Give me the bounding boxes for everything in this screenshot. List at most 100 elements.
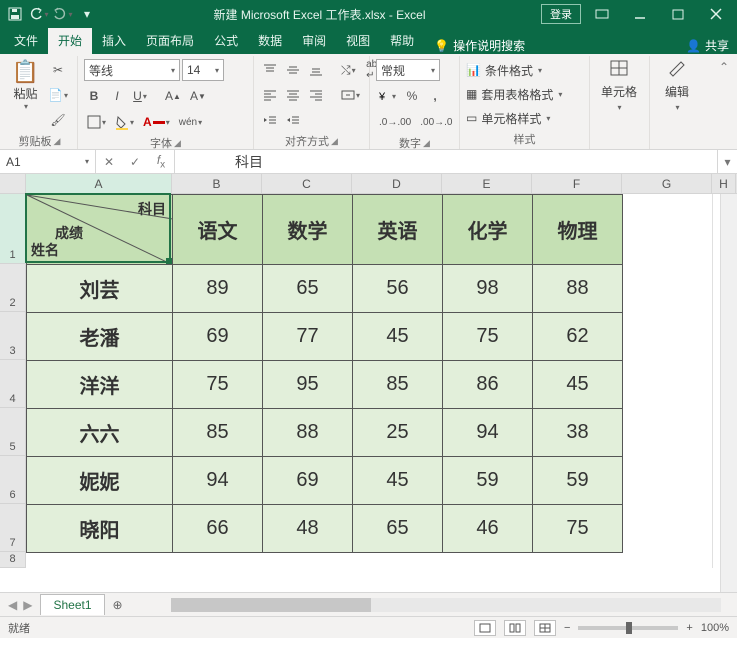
underline-button[interactable]: U▾ <box>130 85 150 107</box>
zoom-out-button[interactable]: − <box>564 622 570 634</box>
cell-A7[interactable]: 晓阳 <box>27 505 173 553</box>
tab-view[interactable]: 视图 <box>336 28 380 54</box>
conditional-format-button[interactable]: 📊条件格式▾ <box>466 59 562 81</box>
align-left-button[interactable] <box>260 84 280 106</box>
tab-review[interactable]: 审阅 <box>292 28 336 54</box>
cell-D2[interactable]: 56 <box>353 265 443 313</box>
fill-color-button[interactable]: ▾ <box>112 111 137 133</box>
share-button[interactable]: 👤共享 <box>686 37 729 54</box>
font-color-button[interactable]: A▾ <box>140 111 173 133</box>
maximize-icon[interactable] <box>661 1 695 27</box>
cell-E3[interactable]: 75 <box>443 313 533 361</box>
tab-home[interactable]: 开始 <box>48 28 92 54</box>
align-center-button[interactable] <box>283 84 303 106</box>
qat-customize-icon[interactable]: ▾ <box>76 3 98 25</box>
cell-E6[interactable]: 59 <box>443 457 533 505</box>
tab-scroll-right-icon[interactable]: ▶ <box>23 598 32 612</box>
col-header-H[interactable]: H <box>712 174 736 193</box>
tell-me[interactable]: 💡操作说明搜索 <box>434 37 525 54</box>
cell-D6[interactable]: 45 <box>353 457 443 505</box>
cell-A6[interactable]: 妮妮 <box>27 457 173 505</box>
horizontal-scrollbar[interactable] <box>171 598 721 612</box>
col-header-D[interactable]: D <box>352 174 442 193</box>
tab-scroll-left-icon[interactable]: ◀ <box>8 598 17 612</box>
enter-formula-icon[interactable]: ✓ <box>122 155 148 169</box>
cell-F6[interactable]: 59 <box>533 457 623 505</box>
cell-E1[interactable]: 化学 <box>443 195 533 265</box>
decrease-indent-button[interactable] <box>260 109 280 131</box>
cell-F4[interactable]: 45 <box>533 361 623 409</box>
tab-file[interactable]: 文件 <box>4 28 48 54</box>
border-button[interactable]: ▾ <box>84 111 109 133</box>
name-box[interactable]: A1▾ <box>0 150 96 173</box>
cell-A2[interactable]: 刘芸 <box>27 265 173 313</box>
row-header-6[interactable]: 6 <box>0 456 26 504</box>
align-right-button[interactable] <box>306 84 326 106</box>
formula-bar[interactable]: 科目 <box>175 150 717 173</box>
normal-view-icon[interactable] <box>474 620 496 636</box>
login-button[interactable]: 登录 <box>541 4 581 24</box>
cell-E4[interactable]: 86 <box>443 361 533 409</box>
cell-F1[interactable]: 物理 <box>533 195 623 265</box>
cell-C6[interactable]: 69 <box>263 457 353 505</box>
merge-button[interactable]: ▾ <box>338 84 363 106</box>
align-middle-button[interactable] <box>283 59 303 81</box>
row-header-8[interactable]: 8 <box>0 552 26 568</box>
undo-icon[interactable]: ▾ <box>28 3 50 25</box>
save-icon[interactable] <box>4 3 26 25</box>
cell-E5[interactable]: 94 <box>443 409 533 457</box>
cell-D5[interactable]: 25 <box>353 409 443 457</box>
row-header-2[interactable]: 2 <box>0 264 26 312</box>
cell-B2[interactable]: 89 <box>173 265 263 313</box>
row-header-5[interactable]: 5 <box>0 408 26 456</box>
zoom-level[interactable]: 100% <box>701 622 729 634</box>
collapse-ribbon-icon[interactable]: ⌃ <box>713 56 735 149</box>
align-bottom-button[interactable] <box>306 59 326 81</box>
new-sheet-button[interactable]: ⊕ <box>105 598 131 612</box>
copy-icon[interactable]: 📄▾ <box>45 84 71 106</box>
col-header-C[interactable]: C <box>262 174 352 193</box>
format-painter-icon[interactable]: 🖌 <box>45 109 71 131</box>
close-icon[interactable] <box>699 1 733 27</box>
orientation-button[interactable]: ⤭▾ <box>338 59 359 81</box>
col-header-B[interactable]: B <box>172 174 262 193</box>
col-header-G[interactable]: G <box>622 174 712 193</box>
decrease-decimal-button[interactable]: .00→.0 <box>417 111 455 133</box>
font-name-select[interactable]: 等线▾ <box>84 59 180 81</box>
align-top-button[interactable] <box>260 59 280 81</box>
row-header-3[interactable]: 3 <box>0 312 26 360</box>
cell-D7[interactable]: 65 <box>353 505 443 553</box>
cell-C3[interactable]: 77 <box>263 313 353 361</box>
cell-E7[interactable]: 46 <box>443 505 533 553</box>
comma-button[interactable]: , <box>425 85 445 107</box>
italic-button[interactable]: I <box>107 85 127 107</box>
col-header-F[interactable]: F <box>532 174 622 193</box>
cancel-formula-icon[interactable]: ✕ <box>96 155 122 169</box>
vertical-scrollbar[interactable] <box>720 194 737 592</box>
cut-icon[interactable]: ✂ <box>45 59 71 81</box>
paste-button[interactable]: 📋 粘贴 ▾ <box>8 59 43 111</box>
fx-icon[interactable]: fx <box>148 153 174 170</box>
phonetic-button[interactable]: wén▾ <box>176 111 205 133</box>
increase-decimal-button[interactable]: .0→.00 <box>376 111 414 133</box>
tab-insert[interactable]: 插入 <box>92 28 136 54</box>
bold-button[interactable]: B <box>84 85 104 107</box>
cell-B6[interactable]: 94 <box>173 457 263 505</box>
minimize-icon[interactable] <box>623 1 657 27</box>
row-header-7[interactable]: 7 <box>0 504 26 552</box>
clipboard-launcher-icon[interactable]: ◢ <box>54 136 61 147</box>
cell-styles-button[interactable]: ▭单元格样式▾ <box>466 107 562 129</box>
cell-B3[interactable]: 69 <box>173 313 263 361</box>
select-all-button[interactable] <box>0 174 26 193</box>
number-format-select[interactable]: 常规▾ <box>376 59 440 81</box>
cell-A5[interactable]: 六六 <box>27 409 173 457</box>
format-as-table-button[interactable]: ▦套用表格格式▾ <box>466 83 562 105</box>
cell-F7[interactable]: 75 <box>533 505 623 553</box>
page-layout-view-icon[interactable] <box>504 620 526 636</box>
cell-D3[interactable]: 45 <box>353 313 443 361</box>
col-header-A[interactable]: A <box>26 174 172 193</box>
cell-C4[interactable]: 95 <box>263 361 353 409</box>
cells-button[interactable]: 单元格▾ <box>596 59 642 112</box>
row-header-4[interactable]: 4 <box>0 360 26 408</box>
cell-C7[interactable]: 48 <box>263 505 353 553</box>
